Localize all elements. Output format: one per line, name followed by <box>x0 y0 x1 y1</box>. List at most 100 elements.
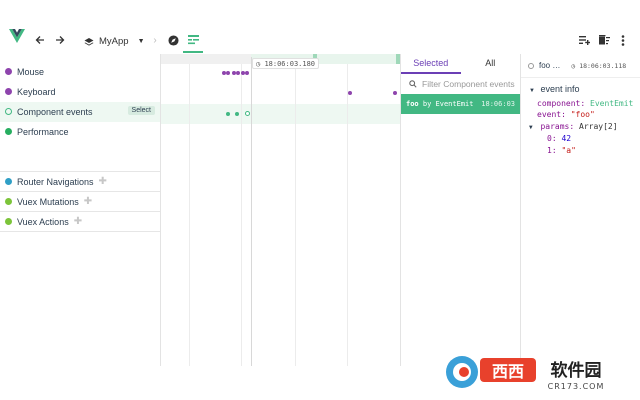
layer-component-events[interactable]: Component events Select <box>0 102 160 122</box>
timeline-canvas[interactable]: ◷ 18:06:03.180 <box>160 54 400 366</box>
event-marker[interactable] <box>226 112 230 116</box>
grid-line <box>189 64 190 366</box>
section-title: event info <box>540 84 580 94</box>
inspector-header: foo … ◷ 18:06:03.118 <box>521 54 640 78</box>
layer-spacer <box>0 142 160 172</box>
forward-icon[interactable] <box>54 33 66 47</box>
layer-label: Component events <box>17 106 93 117</box>
event-marker[interactable] <box>226 71 230 75</box>
grid-line <box>241 64 242 366</box>
time-cursor <box>251 57 252 366</box>
event-marker[interactable] <box>348 91 352 95</box>
delete-sweep-icon[interactable] <box>598 34 610 46</box>
layer-label: Vuex Mutations <box>17 196 79 207</box>
field-param-0: 0: 42 <box>529 133 640 145</box>
svg-text:软件园: 软件园 <box>551 360 602 381</box>
layer-mouse[interactable]: Mouse <box>0 62 160 82</box>
layer-color-dot <box>5 68 12 75</box>
field-value: "foo" <box>570 110 595 119</box>
layer-label: Keyboard <box>17 86 56 97</box>
plugin-icon: ✚ <box>83 196 93 207</box>
layer-label: Performance <box>17 126 69 137</box>
field-value: Array[2] <box>579 121 618 131</box>
caret-down-icon: ▼ <box>529 88 535 94</box>
plugin-icon: ✚ <box>73 216 83 227</box>
playlist-add-icon[interactable] <box>578 34 590 46</box>
event-source: by EventEmit <box>422 100 474 108</box>
more-vertical-icon[interactable] <box>618 33 628 47</box>
section-event-info[interactable]: ▼ event info <box>529 84 640 98</box>
timeline-icon[interactable] <box>187 34 199 46</box>
selected-event-marker[interactable] <box>245 111 250 116</box>
event-marker[interactable] <box>235 112 239 116</box>
layer-color-dot <box>5 218 12 225</box>
field-key: 1: <box>547 145 557 155</box>
filter-placeholder: Filter Component events <box>422 79 515 89</box>
toolbar: MyApp ▼ › <box>0 29 640 54</box>
cursor-time-label: ◷ 18:06:03.180 <box>252 58 320 69</box>
inspector-event-name: foo … <box>539 61 561 70</box>
tab-all[interactable]: All <box>461 54 521 74</box>
events-tabs: Selected All <box>401 54 520 74</box>
caret-down-icon: ▼ <box>137 38 145 45</box>
inspector-time: ◷ 18:06:03.118 <box>571 62 626 70</box>
layer-color-dot <box>5 178 12 185</box>
field-key: 0: <box>547 134 557 143</box>
chevron-right-icon: › <box>153 34 157 46</box>
selected-layer-row <box>161 104 400 124</box>
grid-line <box>295 64 296 366</box>
field-key: component: <box>537 98 586 108</box>
caret-down-icon: ▼ <box>529 123 533 131</box>
field-key: params: <box>540 121 575 131</box>
event-title: foo by EventEmit <box>406 100 473 108</box>
layer-label: Vuex Actions <box>17 216 69 227</box>
grid-line <box>347 64 348 366</box>
event-name: foo <box>406 100 419 108</box>
field-param-1: 1: "a" <box>529 145 640 157</box>
event-marker[interactable] <box>236 71 240 75</box>
layer-color-dot <box>5 198 12 205</box>
layer-color-dot <box>5 128 12 135</box>
compass-icon[interactable] <box>167 34 179 46</box>
active-tab-indicator <box>183 51 203 53</box>
clock-icon: ◷ <box>256 60 261 68</box>
events-panel: Selected All Filter Component events foo… <box>400 54 520 366</box>
layer-label: Router Navigations <box>17 176 94 187</box>
svg-text:西西: 西西 <box>492 362 524 381</box>
layer-color-dot <box>5 108 12 115</box>
field-event: event: "foo" <box>529 109 640 121</box>
layer-keyboard[interactable]: Keyboard <box>0 82 160 102</box>
back-icon[interactable] <box>34 33 46 47</box>
vue-logo-icon <box>9 29 25 43</box>
field-value: 42 <box>561 134 572 143</box>
filter-field[interactable]: Filter Component events <box>401 74 520 94</box>
app-name: MyApp <box>99 36 129 47</box>
layer-vuex-mutations[interactable]: Vuex Mutations ✚ <box>0 192 160 212</box>
event-time: 18:06:03 <box>481 100 515 108</box>
search-icon <box>409 80 417 88</box>
field-value: "a" <box>561 145 576 155</box>
clock-icon: ◷ <box>571 61 576 70</box>
event-marker[interactable] <box>393 91 397 95</box>
layer-router-navigations[interactable]: Router Navigations ✚ <box>0 172 160 192</box>
field-key: event: <box>537 110 566 119</box>
event-marker[interactable] <box>245 71 249 75</box>
tab-selected[interactable]: Selected <box>401 54 461 74</box>
watermark-logo: 西西 软件园 CR173.COM <box>446 356 605 391</box>
field-params[interactable]: ▼ params: Array[2] <box>529 121 640 134</box>
cursor-time: 18:06:03.180 <box>264 60 316 68</box>
plugin-icon: ✚ <box>98 176 107 187</box>
app-selector[interactable]: MyApp ▼ <box>84 36 145 47</box>
event-list-item[interactable]: foo by EventEmit 18:06:03 <box>401 94 520 114</box>
layer-color-dot <box>5 88 12 95</box>
timeline-layers: Mouse Keyboard Component events Select P… <box>0 62 160 232</box>
layer-performance[interactable]: Performance <box>0 122 160 142</box>
layer-label: Mouse <box>17 66 45 77</box>
layer-vuex-actions[interactable]: Vuex Actions ✚ <box>0 212 160 232</box>
select-button[interactable]: Select <box>127 106 155 115</box>
inspector-time-value: 18:06:03.118 <box>579 61 627 70</box>
event-ring-icon <box>528 62 534 69</box>
field-component: component: EventEmit <box>529 98 640 110</box>
inspector-body: ▼ event info component: EventEmit event:… <box>521 78 640 156</box>
svg-text:CR173.COM: CR173.COM <box>548 382 605 391</box>
